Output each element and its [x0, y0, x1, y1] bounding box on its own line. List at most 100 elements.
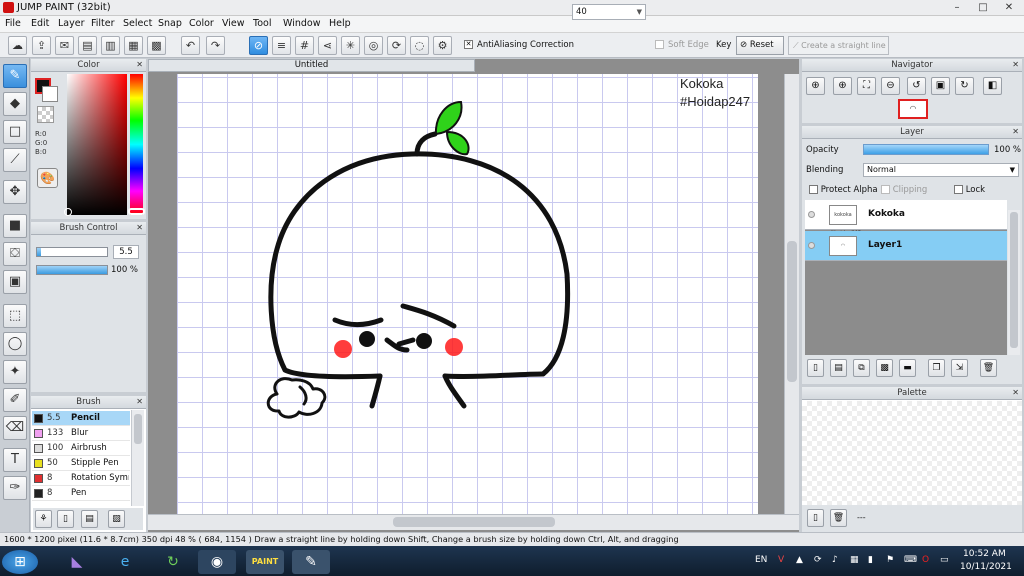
rotate-left-icon[interactable]: ↺: [907, 77, 926, 95]
opera-icon[interactable]: O: [922, 555, 929, 565]
parallel-ruler-icon[interactable]: ≡: [272, 36, 291, 55]
transparent-color-swatch[interactable]: [37, 106, 54, 123]
perspective-icon[interactable]: ⋖: [318, 36, 337, 55]
clipping-checkbox[interactable]: Clipping: [881, 185, 927, 195]
pen-tool-icon[interactable]: ✎: [3, 64, 27, 88]
start-button-icon[interactable]: ⊞: [2, 550, 38, 574]
grid-icon[interactable]: ▩: [147, 36, 166, 55]
saturation-value-picker[interactable]: [67, 74, 127, 215]
trash-icon[interactable]: 🗑: [980, 359, 997, 377]
share-icon[interactable]: ⇪: [32, 36, 51, 55]
visibility-icon[interactable]: [808, 211, 815, 218]
brush-item-rotation-symm[interactable]: 8 Rotation Symm: [32, 471, 130, 486]
select-pen-tool-icon[interactable]: ✐: [3, 388, 27, 412]
rect-select-tool-icon[interactable]: □: [3, 120, 27, 144]
lasso-tool-icon[interactable]: ◯: [3, 332, 27, 356]
menu-edit[interactable]: Edit: [31, 18, 49, 29]
protect-alpha-checkbox[interactable]: Protect Alpha: [809, 185, 878, 195]
ellipse-icon[interactable]: ◌: [410, 36, 429, 55]
bucket-tool-icon[interactable]: ⛋: [3, 242, 27, 266]
save-icon[interactable]: ▦: [124, 36, 143, 55]
jump-paint-icon[interactable]: PAINT: [246, 550, 284, 574]
volume-icon[interactable]: ♪: [832, 555, 838, 565]
navigator-preview[interactable]: ◠: [898, 99, 928, 119]
brush-item-pen[interactable]: 8 Pen: [32, 486, 130, 501]
panel-close-icon[interactable]: ✕: [1012, 126, 1019, 138]
undo-icon[interactable]: ↶: [181, 36, 200, 55]
open-icon[interactable]: ▥: [101, 36, 120, 55]
tray-sync-icon[interactable]: ⟳: [814, 555, 822, 565]
brush-item-stipple-pen[interactable]: 50 Stipple Pen: [32, 456, 130, 471]
chevron-down-icon[interactable]: ▼: [637, 5, 642, 19]
notification-icon[interactable]: ▭: [940, 555, 949, 565]
layer-row-layer1[interactable]: ◠ Layer1: [805, 231, 1007, 261]
maximize-button[interactable]: □: [970, 0, 996, 15]
document-tab[interactable]: Untitled: [148, 59, 475, 72]
fill-rect-tool-icon[interactable]: ■: [3, 214, 27, 238]
app-green-icon[interactable]: ↻: [154, 550, 192, 574]
hue-cursor[interactable]: [128, 208, 145, 215]
eraser-tool-icon[interactable]: ◆: [3, 92, 27, 116]
horizontal-scroll-thumb[interactable]: [393, 517, 555, 527]
new-layer-icon[interactable]: ▯: [807, 359, 824, 377]
folder-icon[interactable]: ▬: [899, 359, 916, 377]
color-palette-icon[interactable]: 🎨: [37, 168, 58, 188]
palette-delete-icon[interactable]: 🗑: [830, 509, 847, 527]
menu-layer[interactable]: Layer: [58, 18, 85, 29]
rotate-right-icon[interactable]: ↻: [955, 77, 974, 95]
layer-duplicate-icon[interactable]: ⧉: [853, 359, 870, 377]
layer-pattern-icon[interactable]: ▩: [876, 359, 893, 377]
internet-explorer-icon[interactable]: e: [106, 550, 144, 574]
vertical-scroll-thumb[interactable]: [787, 241, 797, 382]
panel-close-icon[interactable]: ✕: [136, 222, 143, 234]
radial-icon[interactable]: ✳: [341, 36, 360, 55]
chrome-icon[interactable]: ◉: [198, 550, 236, 574]
tray-app-icon[interactable]: V: [778, 555, 784, 565]
background-color-swatch[interactable]: [42, 86, 58, 102]
brush-opacity-slider[interactable]: [36, 265, 108, 275]
merge-layer-icon[interactable]: ⇲: [951, 359, 968, 377]
panel-close-icon[interactable]: ✕: [136, 59, 143, 71]
cloud-icon[interactable]: ☁: [8, 36, 27, 55]
blending-select[interactable]: Normal ▼: [863, 163, 1019, 177]
visibility-icon[interactable]: [808, 242, 815, 249]
text-tool-icon[interactable]: T: [3, 448, 27, 472]
grid-ruler-icon[interactable]: #: [295, 36, 314, 55]
brush-export-icon[interactable]: ▨: [108, 510, 125, 528]
layer-row-kokoka[interactable]: kokoka #hoidap247 Kokoka: [805, 200, 1007, 236]
sv-cursor[interactable]: [64, 208, 72, 216]
palette-swatch-area[interactable]: [802, 401, 1022, 505]
magic-wand-tool-icon[interactable]: ✦: [3, 360, 27, 384]
move-tool-icon[interactable]: ✥: [3, 180, 27, 204]
brush-menu-icon[interactable]: ▤: [81, 510, 98, 528]
copy-layer-icon[interactable]: ❐: [928, 359, 945, 377]
zoom-fit-icon[interactable]: ⊕: [806, 77, 825, 95]
brush-item-blur[interactable]: 133 Blur: [32, 426, 130, 441]
keyboard-icon[interactable]: ⌨: [904, 555, 917, 565]
brush-new-icon[interactable]: ▯: [57, 510, 74, 528]
zoom-out-icon[interactable]: ⊖: [881, 77, 900, 95]
layer-opacity-slider[interactable]: [863, 144, 989, 155]
redo-icon[interactable]: ↷: [206, 36, 225, 55]
settings-icon[interactable]: ⚙: [433, 36, 452, 55]
menu-select[interactable]: Select: [123, 18, 152, 29]
hue-slider[interactable]: [130, 74, 143, 215]
layer-list-scrollbar[interactable]: [1008, 210, 1020, 355]
menu-window[interactable]: Window: [283, 18, 320, 29]
menu-filter[interactable]: Filter: [91, 18, 115, 29]
lock-checkbox[interactable]: Lock: [954, 185, 985, 195]
flip-icon[interactable]: ◧: [983, 77, 1002, 95]
eyedropper-tool-icon[interactable]: ✑: [3, 476, 27, 500]
soft-edge-checkbox[interactable]: [655, 40, 664, 50]
panel-close-icon[interactable]: ✕: [1012, 387, 1019, 399]
drawing-canvas[interactable]: Kokoka #Hoidap247: [177, 74, 758, 514]
menu-help[interactable]: Help: [329, 18, 351, 29]
select-tool-icon[interactable]: ⬚: [3, 304, 27, 328]
paint-palette-icon[interactable]: ✎: [292, 550, 330, 574]
comment-icon[interactable]: ✉: [55, 36, 74, 55]
brush-list-scrollbar[interactable]: [131, 410, 144, 506]
panel-close-icon[interactable]: ✕: [1012, 59, 1019, 71]
panel-close-icon[interactable]: ✕: [136, 396, 143, 408]
curve-icon[interactable]: ⟳: [387, 36, 406, 55]
menu-tool[interactable]: Tool: [253, 18, 271, 29]
